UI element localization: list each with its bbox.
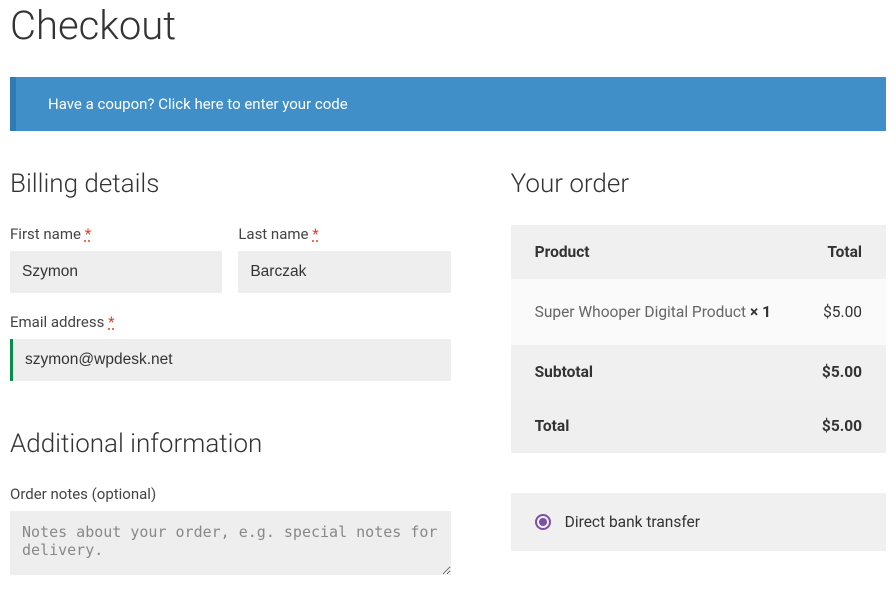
required-mark: * [108,313,114,331]
order-head-total: Total [827,243,862,261]
page-title: Checkout [10,2,886,49]
order-item-name-cell: Super Whooper Digital Product × 1 [535,303,771,321]
payment-methods: Direct bank transfer [511,493,886,551]
order-column: Your order Product Total Super Whooper D… [511,169,886,551]
last-name-label: Last name * [238,225,450,243]
order-item-name: Super Whooper Digital Product [535,303,746,321]
radio-icon [535,514,551,530]
order-subtotal-label: Subtotal [535,363,593,381]
last-name-input[interactable] [238,251,450,293]
order-heading: Your order [511,169,886,199]
last-name-label-text: Last name [238,225,308,243]
payment-option-label: Direct bank transfer [565,513,700,531]
order-item-price: $5.00 [823,303,862,321]
order-item-row: Super Whooper Digital Product × 1 $5.00 [511,279,886,345]
coupon-link[interactable]: Click here to enter your code [158,95,347,113]
order-notes-wrapper: Order notes (optional) [10,485,451,579]
billing-heading: Billing details [10,169,451,199]
order-head-product: Product [535,243,590,261]
billing-column: Billing details First name * Last name *… [10,169,451,579]
order-subtotal-row: Subtotal $5.00 [511,345,886,399]
email-input[interactable] [10,339,451,381]
additional-heading: Additional information [10,429,451,459]
order-item-qty-val: 1 [762,303,771,321]
payment-option-direct-bank[interactable]: Direct bank transfer [535,513,862,531]
order-subtotal-value: $5.00 [822,363,862,381]
required-mark: * [85,225,91,243]
order-notes-label: Order notes (optional) [10,485,451,503]
last-name-field-wrapper: Last name * [238,225,450,293]
first-name-field-wrapper: First name * [10,225,222,293]
first-name-input[interactable] [10,251,222,293]
email-field-wrapper: Email address * [10,313,451,381]
email-label-text: Email address [10,313,104,331]
required-mark: * [312,225,318,243]
order-table: Product Total Super Whooper Digital Prod… [511,225,886,453]
order-table-head: Product Total [511,225,886,279]
first-name-label: First name * [10,225,222,243]
order-total-value: $5.00 [822,417,862,435]
email-label: Email address * [10,313,451,331]
order-item-qty-prefix: × [750,303,762,321]
order-notes-textarea[interactable] [10,511,451,575]
coupon-notice[interactable]: Have a coupon? Click here to enter your … [10,77,886,131]
order-total-row: Total $5.00 [511,399,886,453]
coupon-prompt-text: Have a coupon? [48,95,158,113]
order-item-qty: × 1 [750,303,771,321]
first-name-label-text: First name [10,225,81,243]
order-total-label: Total [535,417,570,435]
